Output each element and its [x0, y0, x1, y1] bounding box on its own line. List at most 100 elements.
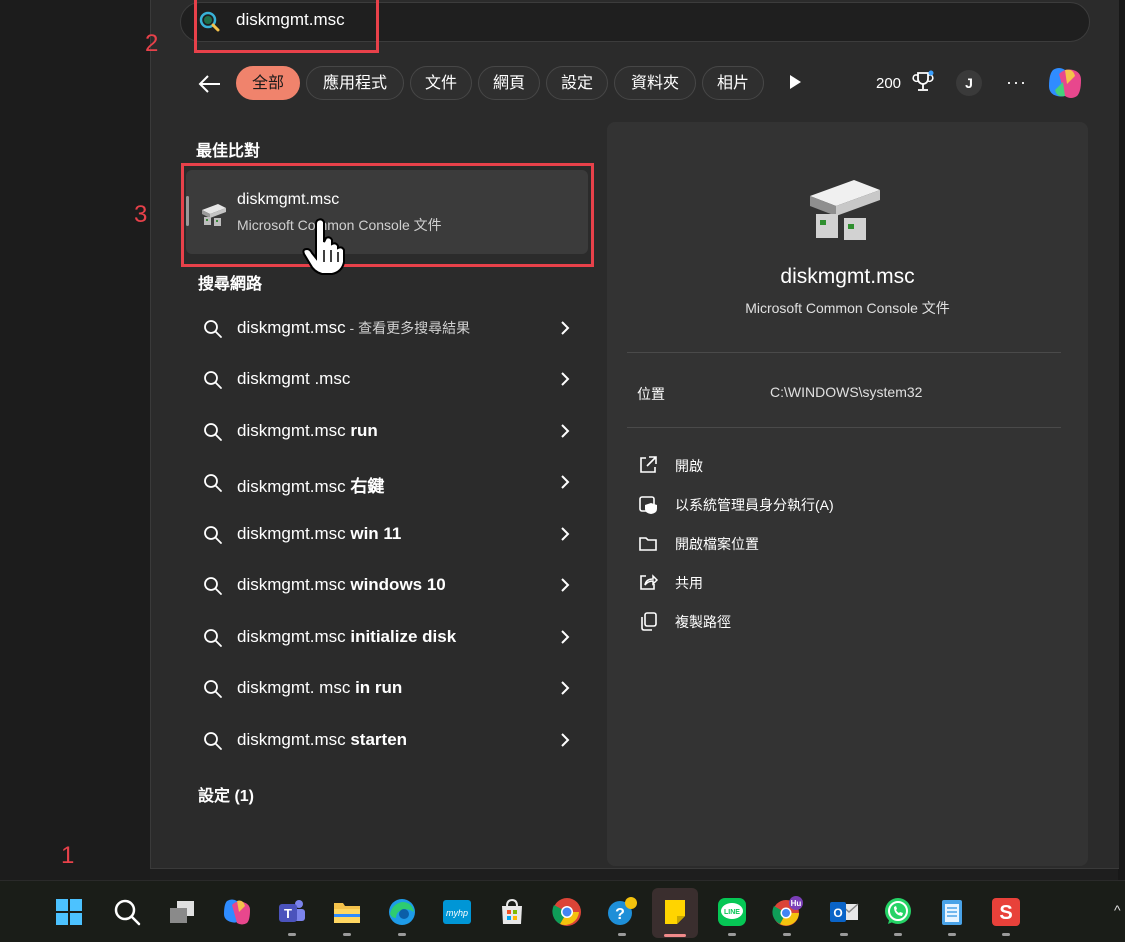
running-indicator — [618, 933, 626, 936]
detail-divider — [627, 352, 1061, 353]
wps-office-icon[interactable]: S — [990, 896, 1022, 928]
web-result-query: diskmgmt.msc — [237, 575, 351, 594]
filter-chip-folders[interactable]: 資料夾 — [614, 66, 696, 100]
filter-chip-all[interactable]: 全部 — [236, 66, 300, 100]
filter-chip-web[interactable]: 網頁 — [478, 66, 540, 100]
running-indicator — [948, 933, 956, 936]
web-result-row[interactable]: diskmgmt.msc 右鍵 — [190, 457, 590, 507]
copilot-icon[interactable] — [1045, 64, 1085, 102]
rewards-trophy-icon[interactable] — [912, 70, 934, 94]
search-icon — [204, 320, 222, 338]
svg-text:myhp: myhp — [446, 908, 468, 918]
action-copy-path[interactable]: 複製路徑 — [637, 608, 1037, 634]
sticky-notes-icon[interactable] — [659, 896, 691, 928]
action-label: 開啟 — [675, 458, 703, 474]
web-result-row[interactable]: diskmgmt.msc run — [190, 406, 590, 456]
action-run-as-admin[interactable]: 以系統管理員身分執行(A) — [637, 491, 1037, 517]
filter-chip-documents[interactable]: 文件 — [410, 66, 472, 100]
task-view-icon[interactable] — [166, 896, 198, 928]
action-open-file-location[interactable]: 開啟檔案位置 — [637, 530, 1037, 556]
chrome-profile-icon[interactable]: Hu — [771, 896, 803, 928]
running-indicator — [288, 933, 296, 936]
search-icon — [204, 732, 222, 750]
web-result-text: diskmgmt.msc initialize disk — [237, 627, 456, 647]
web-result-row[interactable]: diskmgmt.msc starten — [190, 715, 590, 765]
filter-chip-photos[interactable]: 相片 — [702, 66, 764, 100]
web-result-suggestion: 右鍵 — [350, 477, 385, 496]
chevron-right-icon — [561, 372, 570, 386]
myhp-icon[interactable]: myhp — [441, 896, 473, 928]
file-explorer-icon[interactable] — [331, 896, 363, 928]
web-result-query: diskmgmt.msc — [237, 524, 351, 543]
web-result-text: diskmgmt.msc starten — [237, 730, 407, 750]
whatsapp-icon[interactable] — [882, 896, 914, 928]
play-more-filters-icon[interactable] — [790, 75, 801, 89]
running-indicator — [783, 933, 791, 936]
detail-title: diskmgmt.msc — [780, 265, 915, 288]
web-result-suggestion: initialize disk — [350, 627, 457, 646]
web-result-row[interactable]: diskmgmt .msc — [190, 354, 590, 404]
action-label: 開啟檔案位置 — [675, 536, 759, 552]
web-result-query: diskmgmt.msc — [237, 421, 351, 440]
best-match-item[interactable] — [186, 170, 588, 254]
web-result-suggestion: windows 10 — [350, 575, 446, 594]
teams-icon[interactable]: T — [276, 896, 308, 928]
search-icon — [204, 371, 222, 389]
location-label: 位置 — [637, 386, 665, 402]
action-share[interactable]: 共用 — [637, 569, 1037, 595]
disk-management-large-icon — [810, 180, 880, 240]
copilot-taskbar-icon[interactable] — [221, 896, 253, 928]
notepad-icon[interactable] — [936, 896, 968, 928]
action-open[interactable]: 開啟 — [637, 452, 1037, 478]
chevron-right-icon — [561, 321, 570, 335]
search-icon — [204, 526, 222, 544]
svg-text:S: S — [999, 902, 1012, 924]
web-result-row[interactable]: diskmgmt.msc - 查看更多搜尋結果 — [190, 303, 590, 353]
search-icon — [204, 680, 222, 698]
outlook-icon[interactable]: O — [828, 896, 860, 928]
line-icon[interactable]: LINE — [716, 896, 748, 928]
web-result-suggestion: win 11 — [350, 524, 402, 543]
microsoft-store-icon[interactable] — [496, 896, 528, 928]
web-result-row[interactable]: diskmgmt. msc in run — [190, 663, 590, 713]
more-options-icon[interactable]: ··· — [1006, 72, 1027, 93]
action-label: 複製路徑 — [675, 614, 731, 630]
web-result-query: diskmgmt .msc — [237, 369, 351, 388]
svg-text:T: T — [284, 906, 292, 921]
web-result-text: diskmgmt.msc run — [237, 421, 378, 441]
action-label: 以系統管理員身分執行(A) — [675, 497, 834, 513]
web-result-row[interactable]: diskmgmt.msc win 11 — [190, 509, 590, 559]
svg-text:O: O — [833, 906, 842, 920]
web-result-suggestion: run — [350, 421, 378, 440]
detail-subtitle: Microsoft Common Console 文件 — [745, 300, 950, 316]
web-result-row[interactable]: diskmgmt.msc initialize disk — [190, 612, 590, 662]
search-icon — [204, 474, 222, 492]
edge-icon[interactable] — [386, 896, 418, 928]
settings-heading[interactable]: 設定 (1) — [198, 782, 254, 806]
location-value: C:\WINDOWS\system32 — [770, 384, 923, 400]
desktop-right — [1118, 0, 1125, 880]
annotation-number-3: 3 — [134, 201, 148, 228]
taskbar-overflow-icon[interactable]: ^ — [1114, 902, 1121, 918]
web-result-suggestion: starten — [350, 730, 408, 749]
taskbar-search-icon[interactable] — [111, 896, 143, 928]
back-arrow-icon[interactable] — [196, 70, 224, 98]
web-result-query: diskmgmt.msc — [237, 477, 351, 496]
action-label: 共用 — [675, 575, 703, 591]
active-app-indicator — [664, 934, 686, 937]
filter-chip-apps[interactable]: 應用程式 — [306, 66, 404, 100]
open-external-icon — [640, 456, 657, 473]
chrome-icon[interactable] — [551, 896, 583, 928]
web-result-text: diskmgmt.msc 右鍵 — [237, 472, 384, 497]
folder-icon — [639, 537, 657, 551]
running-indicator — [343, 933, 351, 936]
help-icon[interactable]: ? — [606, 896, 638, 928]
filter-chip-settings[interactable]: 設定 — [546, 66, 608, 100]
start-button-icon[interactable] — [53, 896, 85, 928]
share-icon — [640, 574, 659, 590]
account-avatar[interactable]: J — [956, 70, 982, 96]
annotation-number-2: 2 — [145, 30, 159, 57]
web-result-row[interactable]: diskmgmt.msc windows 10 — [190, 560, 590, 610]
chevron-right-icon — [561, 578, 570, 592]
web-search-heading: 搜尋網路 — [198, 276, 263, 293]
